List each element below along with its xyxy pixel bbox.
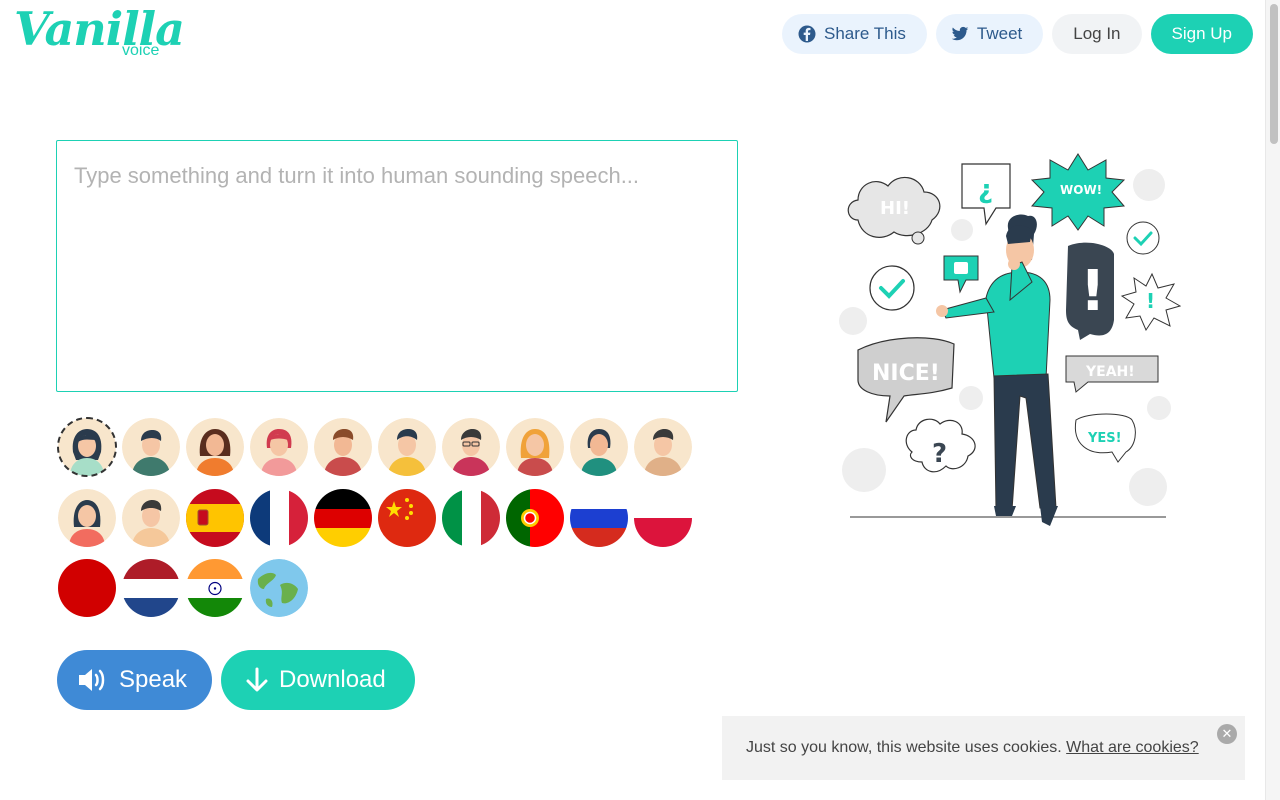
avatar-woman-3[interactable] <box>250 418 308 476</box>
svg-text:HI!: HI! <box>880 198 910 219</box>
share-button[interactable]: Share This <box>781 14 927 54</box>
avatar-woman-2[interactable] <box>186 418 244 476</box>
svg-text:?: ? <box>932 439 947 469</box>
signup-button[interactable]: Sign Up <box>1150 14 1253 54</box>
flag-china[interactable] <box>378 489 436 547</box>
speaker-icon <box>79 669 105 691</box>
svg-text:!: ! <box>1080 259 1106 324</box>
flag-india[interactable] <box>186 559 244 617</box>
flag-spain[interactable] <box>186 489 244 547</box>
top-nav: Share This Tweet Log In Sign Up <box>781 14 1253 54</box>
speak-button[interactable]: Speak <box>57 650 212 710</box>
flag-russia[interactable] <box>570 489 628 547</box>
flag-italy[interactable] <box>442 489 500 547</box>
avatar-man-4[interactable] <box>442 418 500 476</box>
facebook-icon <box>798 25 816 43</box>
globe-icon[interactable] <box>250 559 308 617</box>
avatar-man-3[interactable] <box>378 418 436 476</box>
flag-netherlands[interactable] <box>122 559 180 617</box>
thinking-man-illustration: HI! ¿ WOW! ! ! NICE! YEAH! YES! ? <box>839 153 1181 526</box>
avatar-man-6[interactable] <box>122 489 180 547</box>
svg-text:YEAH!: YEAH! <box>1085 364 1135 380</box>
svg-text:WOW!: WOW! <box>1060 183 1102 197</box>
flag-poland[interactable] <box>634 489 692 547</box>
login-button[interactable]: Log In <box>1052 14 1142 54</box>
avatar-woman-1[interactable] <box>57 417 117 477</box>
share-label: Share This <box>823 24 906 43</box>
cookie-text: Just so you know, this website uses cook… <box>746 739 1062 756</box>
flag-germany[interactable] <box>314 489 372 547</box>
tweet-button[interactable]: Tweet <box>935 14 1044 54</box>
cookie-link[interactable]: What are cookies? <box>1066 739 1199 756</box>
avatar-man-5[interactable] <box>634 418 692 476</box>
download-button[interactable]: Download <box>221 650 415 710</box>
twitter-icon <box>951 26 969 41</box>
page-scrollbar[interactable] <box>1265 0 1280 800</box>
flag-france[interactable] <box>250 489 308 547</box>
speak-label: Speak <box>119 666 188 693</box>
download-icon <box>246 667 268 692</box>
download-label: Download <box>279 666 386 693</box>
close-icon[interactable]: ✕ <box>1217 724 1237 744</box>
avatar-man-2[interactable] <box>314 418 372 476</box>
avatar-woman-6[interactable] <box>58 489 116 547</box>
svg-text:¿: ¿ <box>978 175 993 205</box>
svg-text:YES!: YES! <box>1087 431 1122 446</box>
avatar-woman-4[interactable] <box>506 418 564 476</box>
flag-japan[interactable] <box>58 559 116 617</box>
svg-text:!: ! <box>1146 289 1155 313</box>
svg-text:NICE!: NICE! <box>872 361 940 386</box>
speech-input[interactable] <box>56 140 738 392</box>
cookie-banner: Just so you know, this website uses cook… <box>722 716 1245 780</box>
brand-sub: voice <box>122 42 160 59</box>
avatar-woman-5[interactable] <box>570 418 628 476</box>
scrollbar-thumb[interactable] <box>1270 4 1278 144</box>
flag-portugal[interactable] <box>506 489 564 547</box>
tweet-label: Tweet <box>976 24 1023 43</box>
brand-logo[interactable]: Vanilla voice <box>14 2 185 66</box>
avatar-man-1[interactable] <box>122 418 180 476</box>
